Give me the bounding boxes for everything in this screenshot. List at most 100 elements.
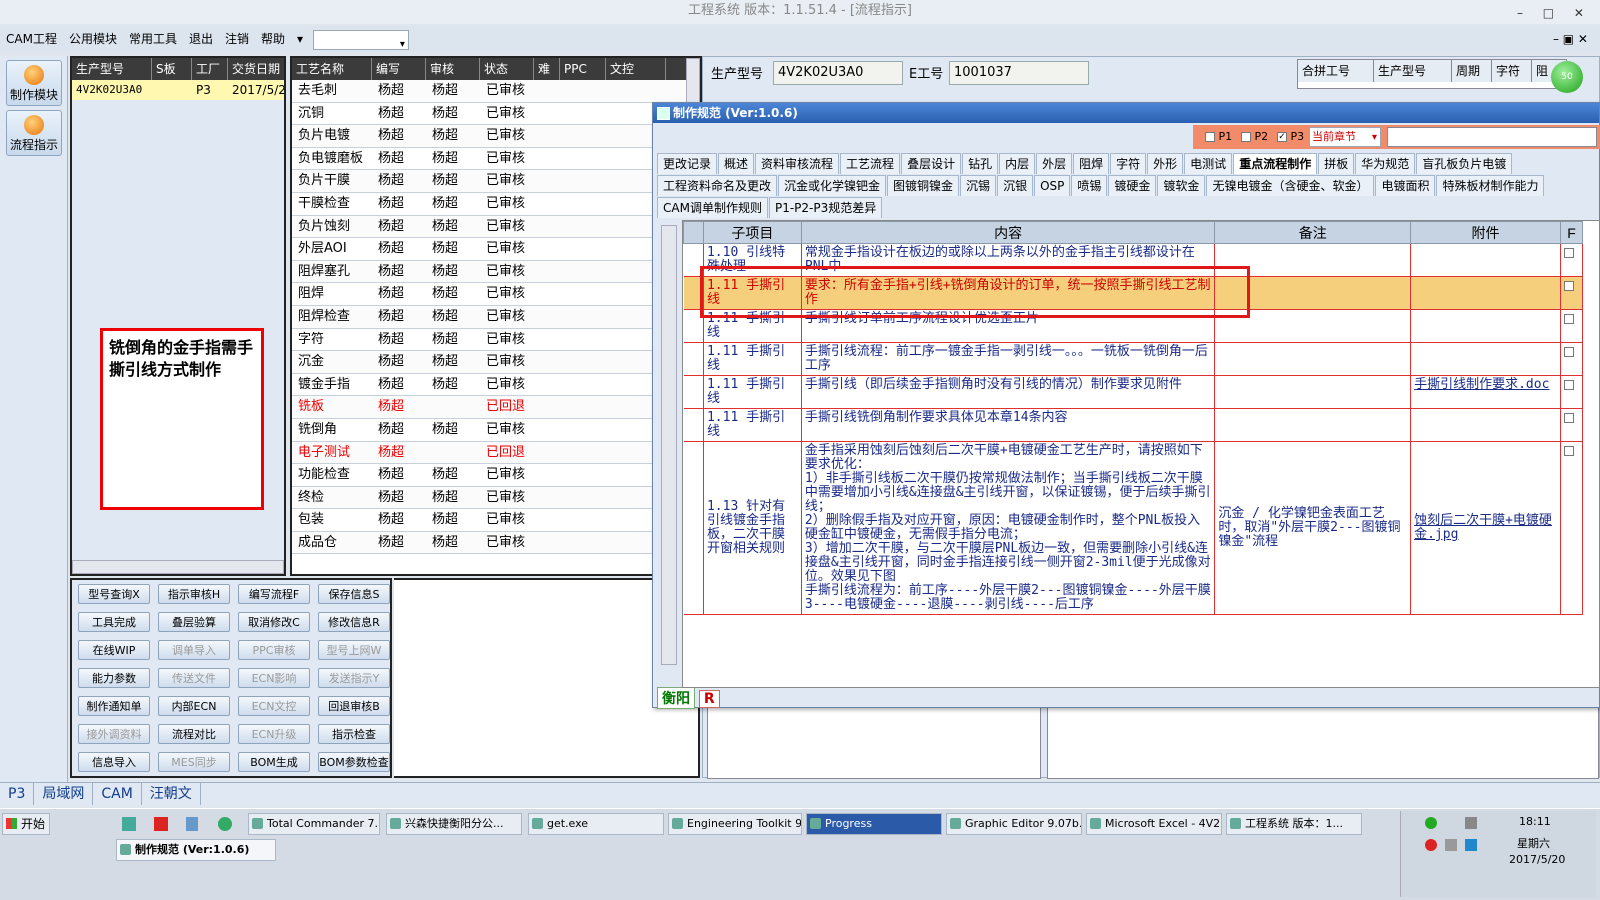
action-button[interactable]: 型号上网W [318,640,390,660]
row-selector[interactable] [683,408,704,442]
check-p1[interactable]: P1 [1205,130,1232,143]
spec-f-cell[interactable] [1560,375,1584,409]
action-button[interactable]: 在线WIP [78,640,150,660]
eno-field[interactable]: 1001037 [949,61,1089,85]
col-merge-model[interactable]: 生产型号 [1374,60,1452,82]
check-p3[interactable]: ✓ P3 [1277,130,1304,143]
action-button[interactable]: 型号查询X [78,584,150,604]
dialog-tab[interactable]: 钻孔 [962,153,999,174]
spec-row[interactable]: 1.11 手撕引线 手撕引线（即后续金手指铡角时没有引线的情况）制作要求见附件 手撕… [683,375,1584,409]
flow-instruction-button[interactable]: 流程指示 [6,110,62,156]
dialog-tab[interactable]: 工艺流程 [840,153,901,174]
dialog-tab[interactable]: 沉银 [997,175,1034,196]
dialog-tab[interactable]: 拼板 [1318,153,1355,174]
row-checkbox-icon[interactable] [1563,379,1574,390]
task-engineering-system[interactable]: 工程系统 版本：1... [1226,813,1362,835]
action-button[interactable]: 能力参数 [78,668,150,688]
dialog-search-input[interactable] [1387,127,1597,147]
dialog-tab[interactable]: 华为规范 [1355,153,1416,174]
spec-row[interactable]: 1.13 针对有引线镀金手指板，二次干膜开窗相关规则 金手指采用蚀刻后蚀刻后二次干… [683,441,1584,615]
checkbox-p3-icon[interactable]: ✓ [1277,132,1287,142]
dialog-tab[interactable]: OSP [1034,175,1071,196]
dialog-tab[interactable]: 更改记录 [657,153,718,174]
col-reviewer[interactable]: 审核 [426,58,480,80]
row-checkbox-icon[interactable] [1563,247,1574,258]
process-row[interactable]: 功能检查 杨超 杨超 已审核 [292,464,700,487]
dialog-tab[interactable]: 无镍电镀金（含硬金、软金） [1206,175,1375,196]
browser-icon[interactable] [218,817,232,831]
model-field[interactable]: 4V2K02U3A0 [773,61,903,85]
start-button[interactable]: 开始 [2,813,50,835]
spec-f-cell[interactable] [1560,408,1584,442]
row-selector[interactable] [683,342,704,376]
action-button[interactable]: ECN影响 [238,668,310,688]
dialog-vscrollbar[interactable] [661,225,677,665]
process-row[interactable]: 铣倒角 杨超 杨超 已审核 [292,419,700,442]
order-hscrollbar[interactable] [72,560,284,574]
task-excel[interactable]: Microsoft Excel - 4V2... [1086,813,1222,835]
task-engineering-toolkit[interactable]: Engineering Toolkit 9... [668,813,802,835]
action-button[interactable]: 叠层验算 [158,612,230,632]
action-button[interactable]: 编写流程F [238,584,310,604]
process-row[interactable]: 电子测试 杨超 已回退 [292,441,700,465]
task-get-exe[interactable]: get.exe [528,813,664,835]
col-factory[interactable]: 工厂 [192,58,228,80]
action-button[interactable]: 传送文件 [158,668,230,688]
process-row[interactable]: 去毛刺 杨超 杨超 已审核 [292,80,700,103]
dialog-tab[interactable]: 叠层设计 [901,153,962,174]
col-doc-control[interactable]: 文控 [606,58,666,80]
action-button[interactable]: 保存信息S [318,584,390,604]
check-p2[interactable]: P2 [1241,130,1268,143]
dialog-tab[interactable]: 图镀铜镍金 [887,175,960,196]
dialog-tab[interactable]: 内层 [999,153,1036,174]
tray-blue-icon[interactable] [1465,839,1477,851]
dialog-tab[interactable]: 阻焊 [1073,153,1110,174]
dialog-tab[interactable]: 电镀面积 [1375,175,1436,196]
row-selector[interactable] [683,375,704,409]
window-controls[interactable]: – □ ✕ [1517,2,1592,24]
process-row[interactable]: 铣板 杨超 已回退 [292,396,700,419]
dialog-tab[interactable]: 概述 [718,153,755,174]
action-button[interactable]: PPC审核 [238,640,310,660]
spec-f-cell[interactable] [1560,243,1584,277]
menu-common-module[interactable]: 公用模块 [63,26,123,52]
action-button[interactable]: BOM生成 [238,752,310,772]
task-total-commander[interactable]: Total Commander 7.... [248,813,380,835]
action-button[interactable]: 修改信息R [318,612,390,632]
task-progress[interactable]: Progress [806,813,942,835]
menu-dropdown-icon[interactable]: ▾ [291,26,309,52]
task-xingsen[interactable]: 兴森快捷衡阳分公... [386,813,522,835]
col-model[interactable]: 生产型号 [72,58,152,80]
status-ball-icon[interactable]: 50 [1551,61,1583,93]
menu-exit[interactable]: 退出 [183,26,219,52]
col-process-name[interactable]: 工艺名称 [292,58,372,80]
tray-green-icon[interactable] [1425,817,1437,829]
col-attachment[interactable]: 附件 [1410,221,1561,244]
action-button[interactable]: 发送指示Y [318,668,390,688]
dialog-tab[interactable]: 外层 [1036,153,1073,174]
process-row[interactable]: 阻焊检查 杨超 杨超 已审核 [292,305,700,329]
row-checkbox-icon[interactable] [1563,346,1574,357]
process-row[interactable]: 负片电镀 杨超 杨超 已审核 [292,125,700,148]
process-row[interactable]: 沉金 杨超 杨超 已审核 [292,351,700,374]
col-merge-cycle[interactable]: 周期 [1452,60,1492,82]
action-button[interactable]: MES同步 [158,752,230,772]
menu-help[interactable]: 帮助 [255,26,291,52]
dialog-tab[interactable]: 特殊板材制作能力 [1436,175,1545,196]
process-row[interactable]: 负电镀磨板 杨超 杨超 已审核 [292,148,700,171]
action-button[interactable]: ECN文控 [238,696,310,716]
checkbox-p1-icon[interactable] [1205,132,1215,142]
spec-attachment[interactable]: 蚀刻后二次干膜+电镀硬金.jpg [1414,513,1552,542]
spec-f-cell[interactable] [1560,441,1584,615]
row-checkbox-icon[interactable] [1563,313,1574,324]
ql-app-icon[interactable] [122,817,136,831]
dialog-tab[interactable]: CAM调单制作规则 [657,197,768,218]
dialog-tab[interactable]: 镀硬金 [1108,175,1157,196]
doc-icon[interactable] [186,817,198,831]
order-row[interactable]: 4V2K02U3A0 P3 2017/5/2 [72,80,284,100]
col-merge-no[interactable]: 合拼工号 [1298,60,1374,82]
spec-row[interactable]: 1.11 手撕引线 手撕引线铣倒角制作要求具体见本章14条内容 [683,408,1584,442]
col-f[interactable]: F [1559,221,1584,244]
spec-f-cell[interactable] [1560,309,1584,343]
action-button[interactable]: 工具完成 [78,612,150,632]
